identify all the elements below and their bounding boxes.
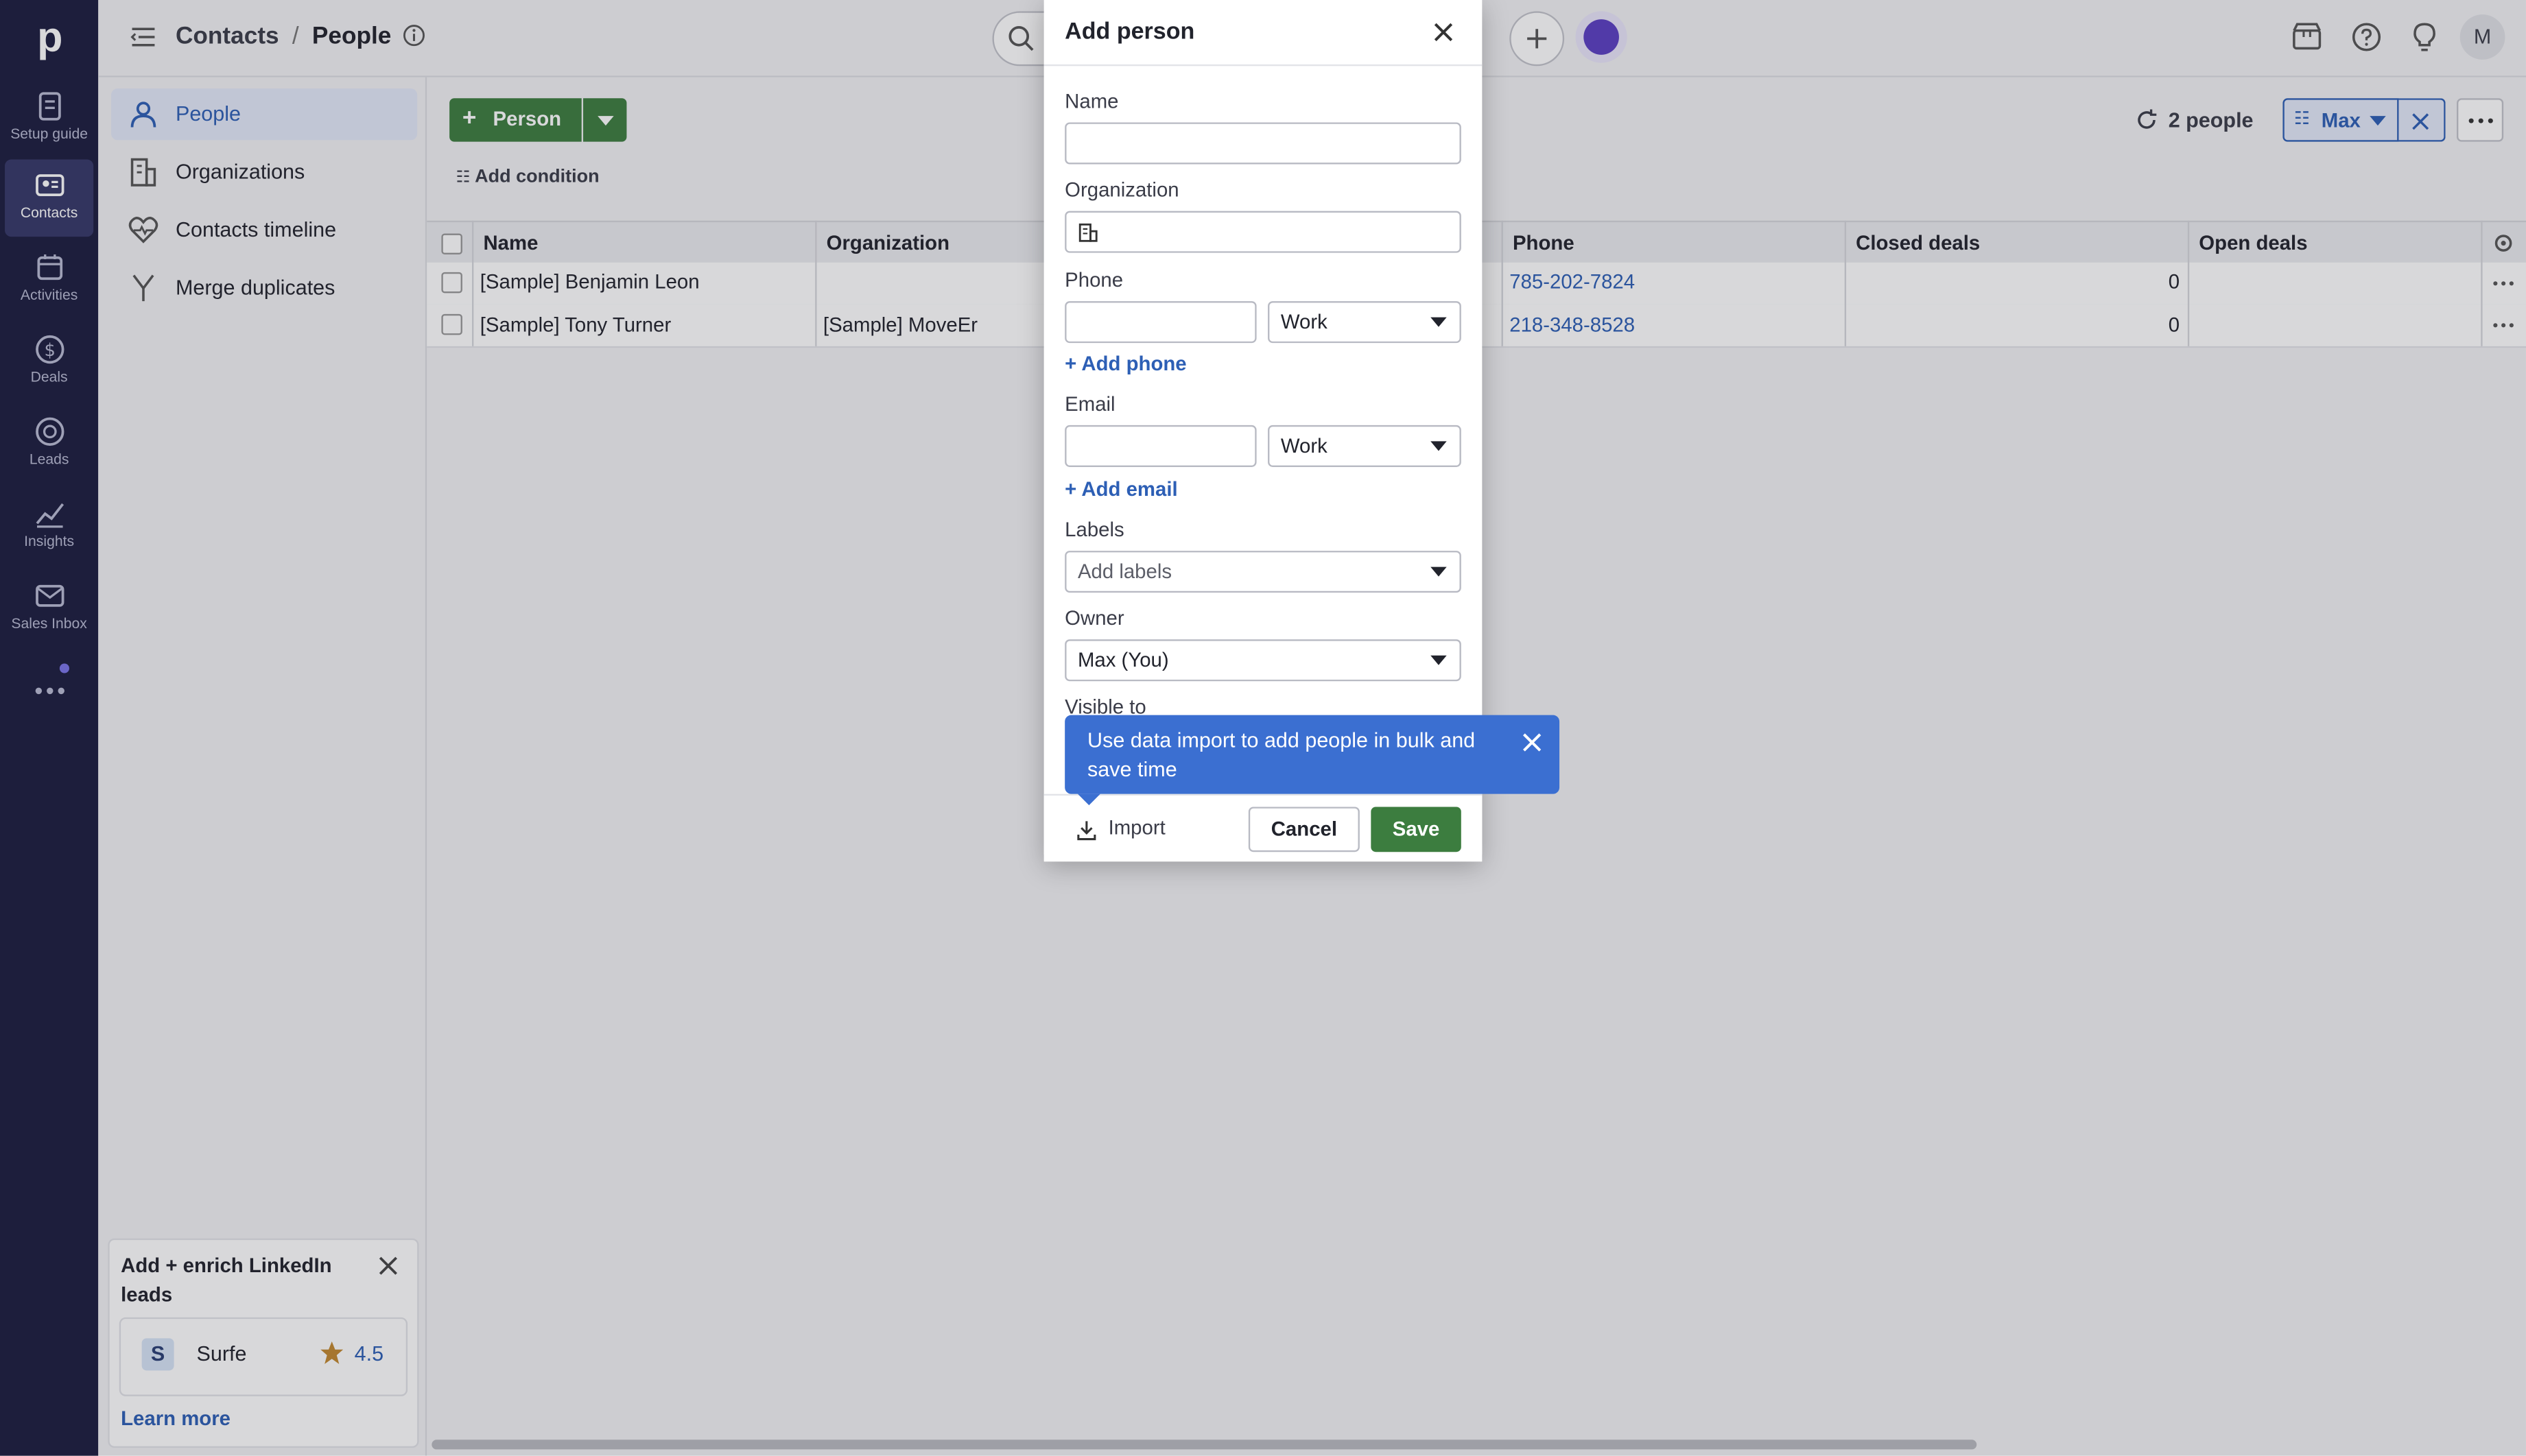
dialog-title: Add person — [1065, 19, 1195, 45]
organization-field[interactable] — [1065, 211, 1461, 253]
phone-label: Phone — [1065, 269, 1124, 292]
close-icon[interactable] — [1434, 23, 1453, 42]
import-button[interactable]: Import — [1065, 807, 1181, 852]
email-type-select[interactable]: Work — [1268, 425, 1461, 467]
owner-select[interactable]: Max (You) — [1065, 639, 1461, 682]
close-icon[interactable] — [1522, 732, 1542, 752]
email-label: Email — [1065, 392, 1116, 416]
chevron-down-icon — [1430, 441, 1447, 451]
tooltip-arrow — [1077, 793, 1100, 806]
chevron-down-icon — [1430, 566, 1447, 577]
chevron-down-icon — [1430, 655, 1447, 665]
email-field[interactable] — [1065, 425, 1257, 467]
add-email-link[interactable]: + Add email — [1065, 478, 1177, 501]
labels-placeholder: Add labels — [1077, 560, 1172, 584]
tooltip-text: Use data import to add people in bulk an… — [1087, 728, 1476, 781]
save-button[interactable]: Save — [1371, 807, 1461, 852]
import-label: Import — [1108, 816, 1166, 839]
chevron-down-icon — [1430, 317, 1447, 327]
phone-type-select[interactable]: Work — [1268, 301, 1461, 344]
labels-select[interactable]: Add labels — [1065, 551, 1461, 593]
building-icon — [1078, 223, 1098, 242]
labels-label: Labels — [1065, 518, 1124, 541]
dialog-footer: Import Cancel Save — [1043, 793, 1483, 862]
cancel-button[interactable]: Cancel — [1248, 807, 1360, 852]
phone-field[interactable] — [1065, 301, 1257, 344]
organization-label: Organization — [1065, 178, 1179, 202]
name-label: Name — [1065, 90, 1119, 113]
import-tooltip: Use data import to add people in bulk an… — [1065, 715, 1560, 806]
name-field[interactable] — [1065, 122, 1461, 165]
email-type-value: Work — [1280, 435, 1327, 457]
phone-type-value: Work — [1280, 311, 1327, 334]
owner-value: Max (You) — [1077, 649, 1169, 672]
download-icon — [1077, 821, 1096, 841]
owner-label: Owner — [1065, 607, 1124, 630]
dialog-header: Add person — [1043, 0, 1483, 67]
add-phone-link[interactable]: + Add phone — [1065, 353, 1186, 375]
